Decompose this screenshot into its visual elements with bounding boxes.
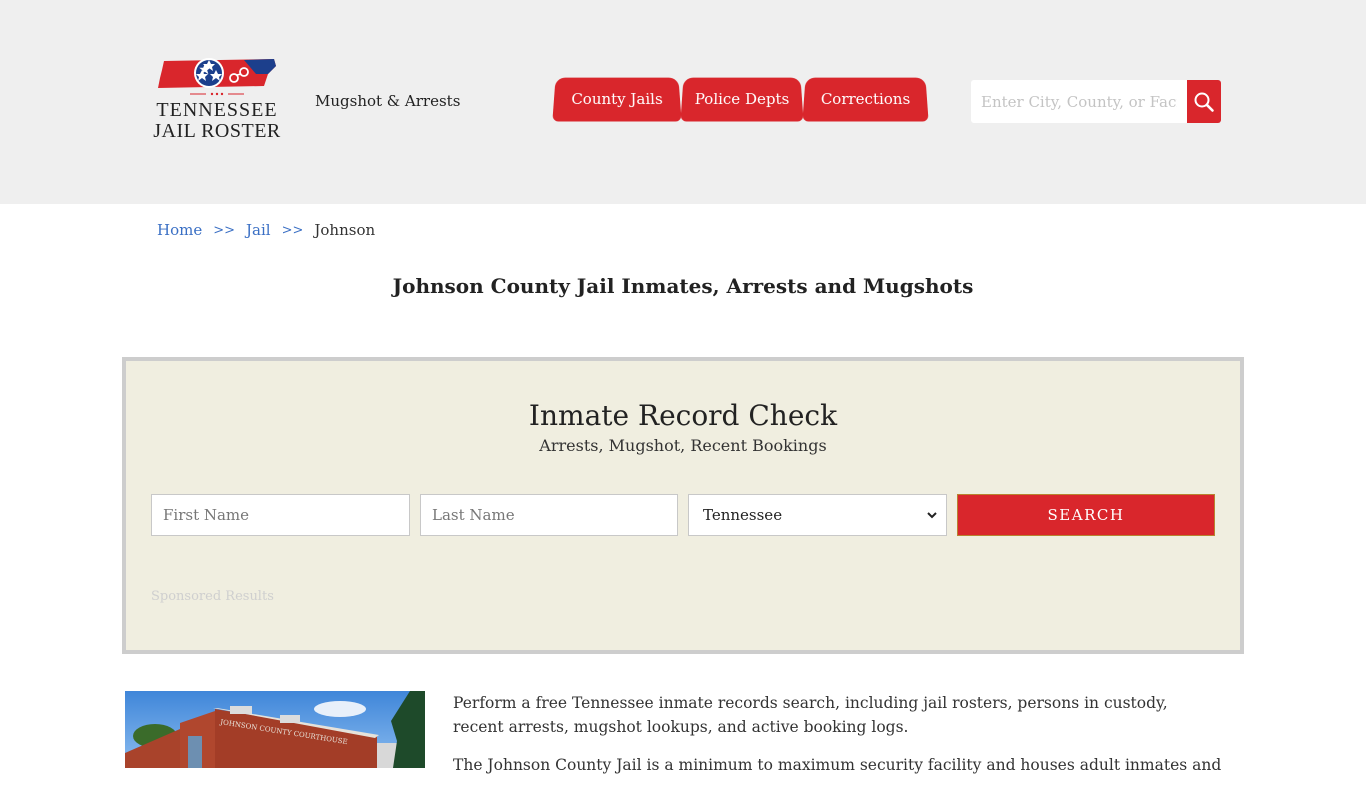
nav-tab-label: Police Depts <box>694 90 790 109</box>
courthouse-image: JOHNSON COUNTY COURTHOUSE <box>125 691 425 768</box>
location-search-input[interactable] <box>971 80 1187 123</box>
breadcrumb-home[interactable]: Home <box>157 221 202 241</box>
nav-tab-label: Corrections <box>820 90 911 109</box>
breadcrumb-jail[interactable]: Jail <box>246 221 271 241</box>
last-name-input[interactable] <box>420 494 678 536</box>
nav-tab-police-depts[interactable]: Police Depts <box>680 77 804 122</box>
page-content: Perform a free Tennessee inmate records … <box>453 691 1223 791</box>
record-check-subtitle: Arrests, Mugshot, Recent Bookings <box>539 436 827 455</box>
header-search <box>971 80 1221 123</box>
sponsored-results-label: Sponsored Results <box>151 589 274 604</box>
nav-tab-county-jails[interactable]: County Jails <box>552 77 682 122</box>
breadcrumb-current: Johnson <box>314 221 376 239</box>
site-header: TENNESSEE JAIL ROSTER Mugshot & Arrests … <box>0 0 1366 204</box>
main-nav: County Jails Police Depts Corrections <box>552 77 929 122</box>
inmate-record-check-panel: Inmate Record Check Arrests, Mugshot, Re… <box>122 357 1244 654</box>
state-select-value: Tennessee <box>703 506 783 524</box>
first-name-input[interactable] <box>151 494 410 536</box>
tennessee-state-icon <box>158 58 276 96</box>
site-tagline: Mugshot & Arrests <box>315 92 461 110</box>
nav-tab-label: County Jails <box>570 90 664 109</box>
page-title: Johnson County Jail Inmates, Arrests and… <box>392 274 974 298</box>
logo-line-2: JAIL ROSTER <box>153 120 281 142</box>
nav-tab-corrections[interactable]: Corrections <box>802 77 929 122</box>
breadcrumb: Home >> Jail >> Johnson <box>157 221 375 241</box>
record-check-title: Inmate Record Check <box>528 399 838 432</box>
header-search-button[interactable] <box>1187 80 1221 123</box>
record-search-button[interactable]: SEARCH <box>957 494 1215 536</box>
state-select[interactable]: Tennessee <box>688 494 947 536</box>
content-paragraph: Perform a free Tennessee inmate records … <box>453 694 1168 736</box>
courthouse-photo: JOHNSON COUNTY COURTHOUSE <box>125 691 425 768</box>
logo-line-1: TENNESSEE <box>156 99 278 121</box>
logo-text: TENNESSEE JAIL ROSTER <box>152 100 282 142</box>
content-paragraph: The Johnson County Jail is a minimum to … <box>453 756 1222 774</box>
search-icon <box>1194 92 1214 112</box>
site-logo[interactable]: TENNESSEE JAIL ROSTER <box>152 56 282 148</box>
chevron-down-icon <box>927 512 937 519</box>
breadcrumb-separator: >> <box>213 223 236 238</box>
breadcrumb-separator: >> <box>281 223 304 238</box>
